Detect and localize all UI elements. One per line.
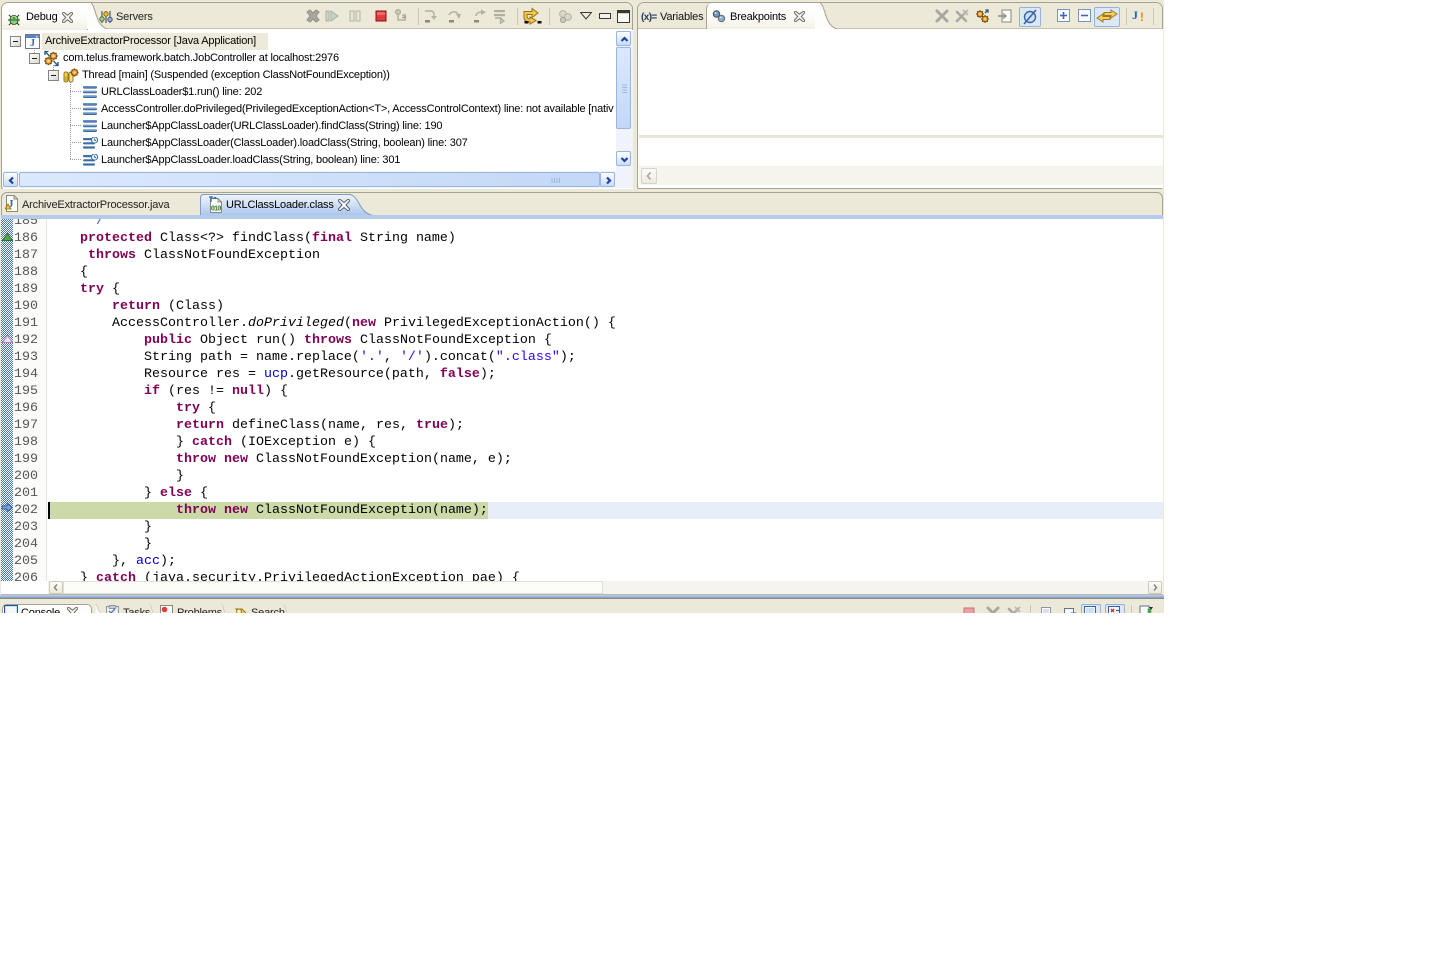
svg-text:010: 010 xyxy=(211,206,221,214)
svg-text:!: ! xyxy=(1140,10,1144,23)
svg-text:(x)=: (x)= xyxy=(641,12,657,22)
svg-text:J: J xyxy=(1132,8,1138,22)
svg-text:J: J xyxy=(30,38,35,49)
